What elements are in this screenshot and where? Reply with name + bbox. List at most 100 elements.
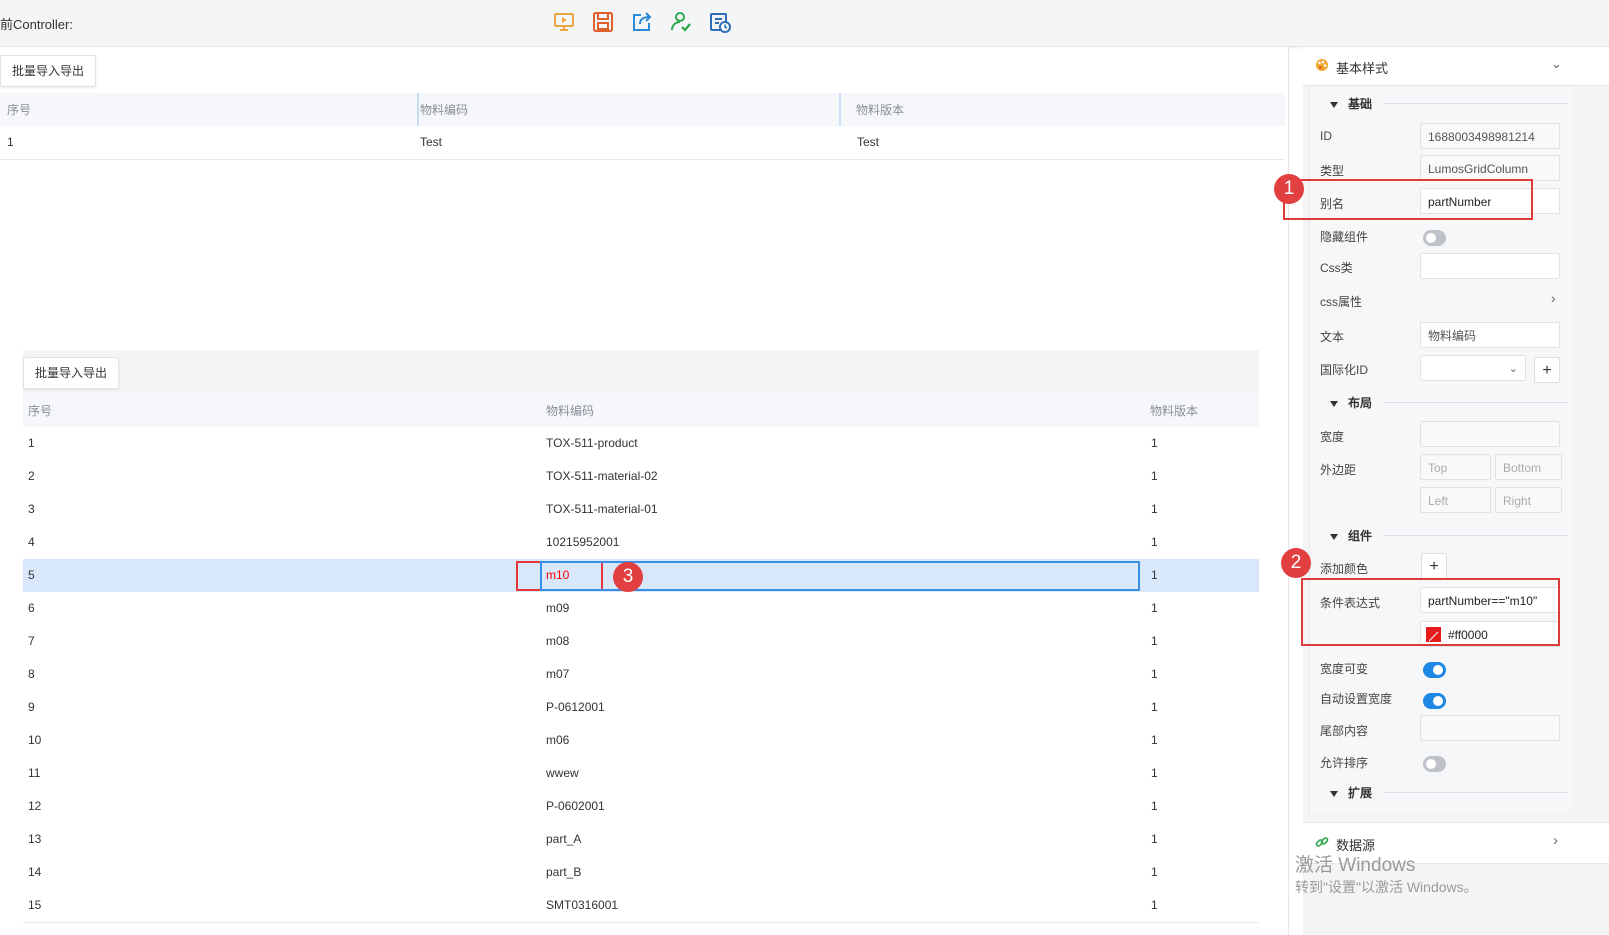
table-cell: 11 xyxy=(28,766,41,780)
section-extend[interactable]: 扩展 xyxy=(1330,784,1372,801)
table-row[interactable]: 1 TOX-511-product 1 xyxy=(23,427,1259,461)
table-row[interactable]: 1 Test Test xyxy=(0,126,1285,160)
table-cell: 15 xyxy=(28,898,42,912)
resizable-toggle[interactable] xyxy=(1423,662,1446,678)
table-cell: 3 xyxy=(28,502,35,516)
width-field[interactable] xyxy=(1420,421,1560,447)
table-cell: 7 xyxy=(28,634,35,648)
table-row[interactable]: 2 TOX-511-material-02 1 xyxy=(23,460,1259,494)
palette-icon xyxy=(1315,58,1329,75)
caret-down-icon xyxy=(1330,790,1338,797)
table-cell: 1 xyxy=(1151,700,1158,714)
chevron-down-icon: ⌄ xyxy=(1508,363,1518,375)
table-cell: m09 xyxy=(546,601,570,615)
top-toolbar: 前Controller: xyxy=(0,0,1609,47)
table-row[interactable]: 7 m08 1 xyxy=(23,625,1259,659)
table-cell: 1 xyxy=(1151,667,1158,681)
footer-content-field[interactable] xyxy=(1420,715,1560,741)
table-cell: 9 xyxy=(28,700,35,714)
column-resizer[interactable] xyxy=(839,93,841,126)
share-icon[interactable] xyxy=(630,10,654,34)
table-row[interactable]: 10 m06 1 xyxy=(23,724,1259,758)
column-header[interactable]: 物料版本 xyxy=(1150,394,1198,427)
table-cell: 1 xyxy=(1151,502,1158,516)
column-resizer[interactable] xyxy=(417,93,419,126)
table-cell: SMT0316001 xyxy=(546,898,619,912)
margin-label: 外边距 xyxy=(1320,463,1357,477)
margin-top-field[interactable]: Top xyxy=(1420,454,1491,480)
add-color-label: 添加颜色 xyxy=(1320,562,1369,576)
auto-width-toggle[interactable] xyxy=(1423,693,1446,709)
section-layout[interactable]: 布局 xyxy=(1330,394,1372,411)
table-cell: 1 xyxy=(1151,535,1158,549)
css-class-label: Css类 xyxy=(1320,261,1353,275)
table-cell: 1 xyxy=(1151,733,1158,747)
table-cell: 14 xyxy=(28,865,42,879)
table-cell: 1 xyxy=(1151,601,1158,615)
table-cell: 6 xyxy=(28,601,35,615)
annotation-box-1 xyxy=(1283,179,1533,220)
column-header[interactable]: 物料编码 xyxy=(420,93,468,126)
table-cell: 1 xyxy=(1151,436,1158,450)
table-cell: 1 xyxy=(28,436,35,450)
batch-import-export-button[interactable]: 批量导入导出 xyxy=(23,357,120,389)
chevron-right-icon[interactable]: › xyxy=(1551,290,1556,306)
section-divider xyxy=(1383,402,1568,403)
css-attr-label[interactable]: css属性 xyxy=(1320,293,1362,310)
table-cell: 1 xyxy=(1151,898,1158,912)
table-cell: m08 xyxy=(546,634,570,648)
add-color-button[interactable]: + xyxy=(1421,553,1447,579)
column-header[interactable]: 物料编码 xyxy=(546,394,594,427)
hide-component-toggle[interactable] xyxy=(1423,230,1446,246)
panel-header[interactable]: 基本样式 ⌄ xyxy=(1303,47,1609,86)
css-class-field[interactable] xyxy=(1420,253,1560,279)
table-cell: TOX-511-material-01 xyxy=(546,502,658,516)
table-cell: Test xyxy=(857,135,880,149)
column-header[interactable]: 序号 xyxy=(7,93,31,126)
column-header[interactable]: 物料版本 xyxy=(856,93,904,126)
section-divider xyxy=(1383,535,1568,536)
chevron-down-icon[interactable]: ⌄ xyxy=(1551,56,1562,72)
margin-left-field[interactable]: Left xyxy=(1420,487,1491,513)
caret-down-icon xyxy=(1330,400,1338,407)
i18n-select[interactable]: ⌄ xyxy=(1420,355,1526,381)
sortable-toggle[interactable] xyxy=(1423,756,1446,772)
table-row[interactable]: 15 SMT0316001 1 xyxy=(23,889,1259,923)
table-row[interactable]: 12 P-0602001 1 xyxy=(23,790,1259,824)
schedule-icon[interactable] xyxy=(708,10,732,34)
bottom-grid-header: 序号 物料编码 物料版本 xyxy=(23,394,1259,427)
table-cell: 10215952001 xyxy=(546,535,620,549)
table-row[interactable]: 11 wwew 1 xyxy=(23,757,1259,791)
add-i18n-button[interactable]: + xyxy=(1534,357,1560,383)
properties-panel: 基本样式 ⌄ 基础 ID 1688003498981214 类型 LumosGr… xyxy=(1283,47,1609,935)
table-cell: 2 xyxy=(28,469,35,483)
text-field[interactable]: 物料编码 xyxy=(1420,322,1560,348)
table-cell: 5 xyxy=(28,568,35,582)
table-cell: part_B xyxy=(546,865,582,879)
table-cell: 4 xyxy=(28,535,35,549)
caret-down-icon xyxy=(1330,533,1338,540)
column-header[interactable]: 序号 xyxy=(28,394,52,427)
table-cell: 1 xyxy=(1151,469,1158,483)
preview-icon[interactable] xyxy=(552,10,576,34)
section-component[interactable]: 组件 xyxy=(1330,527,1372,544)
table-row[interactable]: 6 m09 1 xyxy=(23,592,1259,626)
table-cell: TOX-511-product xyxy=(546,436,638,450)
table-row[interactable]: 3 TOX-511-material-01 1 xyxy=(23,493,1259,527)
table-cell: 1 xyxy=(7,135,14,149)
annotation-badge-2: 2 xyxy=(1281,548,1311,578)
margin-bottom-field[interactable]: Bottom xyxy=(1495,454,1562,480)
table-cell: Test xyxy=(420,135,443,149)
save-icon[interactable] xyxy=(591,10,615,34)
table-row[interactable]: 13 part_A 1 xyxy=(23,823,1259,857)
section-basic[interactable]: 基础 xyxy=(1330,95,1372,112)
table-row[interactable]: 4 10215952001 1 xyxy=(23,526,1259,560)
table-row[interactable]: 9 P-0612001 1 xyxy=(23,691,1259,725)
table-row[interactable]: 8 m07 1 xyxy=(23,658,1259,692)
table-cell: 1 xyxy=(1151,799,1158,813)
batch-import-export-button[interactable]: 批量导入导出 xyxy=(0,55,97,87)
table-cell: m07 xyxy=(546,667,570,681)
margin-right-field[interactable]: Right xyxy=(1495,487,1562,513)
table-row[interactable]: 14 part_B 1 xyxy=(23,856,1259,890)
user-check-icon[interactable] xyxy=(669,10,693,34)
